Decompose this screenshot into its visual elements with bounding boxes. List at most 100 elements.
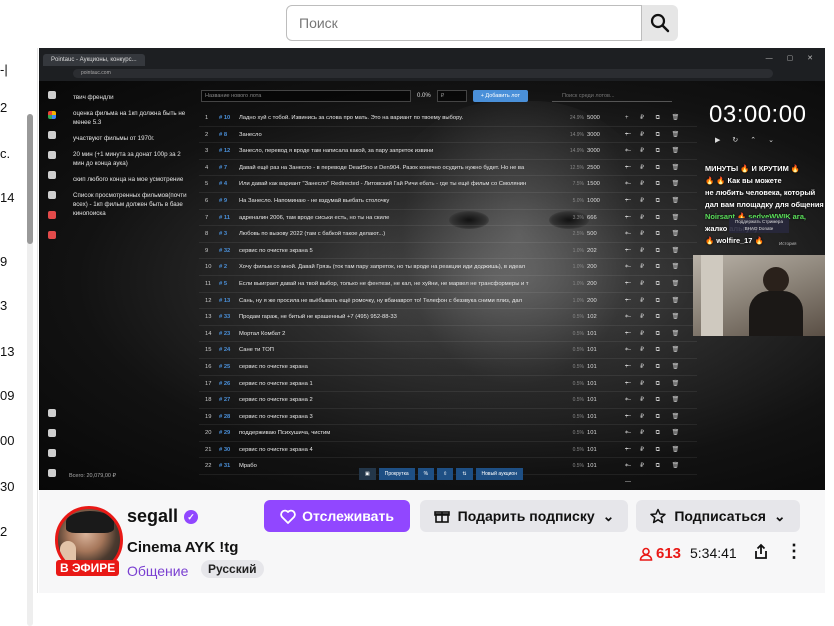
lot-row[interactable]: 11 # 5 Если выиграет давай на твой выбор, … [199, 276, 697, 303]
lot-number: 3 [205, 148, 209, 155]
lot-amount: 200 [587, 297, 597, 304]
app-sidebar-bottom-icons [45, 409, 59, 477]
auction-bottom-toolbar: ▣ Прокрутка % ⇳ ⇅ Новый аукцион [359, 468, 523, 480]
lot-row[interactable]: 5 # 4 Или давай как вариант "Занесло" Redi… [199, 176, 697, 203]
search-lots-input[interactable]: Поиск среди лотов... [552, 90, 672, 102]
scrollbar-thumb[interactable] [27, 114, 33, 244]
search-button[interactable] [642, 5, 678, 41]
gift-subscription-button[interactable]: Подарить подписку ⌄ [420, 500, 628, 532]
lot-amount: 666 [587, 214, 597, 221]
scroll-button[interactable]: Прокрутка [378, 468, 415, 480]
share-icon[interactable] [752, 543, 770, 561]
lot-percent: 0.5% [572, 430, 584, 437]
donate-widget: Поддержать Стримера ВНАО Donate [729, 218, 789, 233]
lot-row[interactable]: 18 # 27 сервис по очистке экрана 2 0.5% 101 +… [199, 392, 697, 419]
streamer-name[interactable]: segall ✓ [127, 506, 199, 527]
left-strip-text: с. [0, 146, 11, 161]
lot-name: сервис по очистке экрана [239, 363, 308, 370]
video-player[interactable]: Pointauc - Аукционы, конкурс... — ▢ ✕ po… [39, 48, 825, 490]
subscribe-button[interactable]: Подписаться ⌄ [636, 500, 800, 532]
lot-row[interactable]: 9 # 32 сервис по очистке экрана 5 1.0% 202 + … [199, 243, 697, 270]
lot-amount: 101 [587, 430, 597, 437]
settings-icon[interactable] [48, 151, 56, 159]
lot-number: 11 [205, 280, 212, 287]
lot-number: 20 [205, 430, 212, 437]
overlay-chat: МИНУТЫ 🔥 И КРУТИМ 🔥 🔥 🔥 Как вы можете не… [703, 163, 825, 255]
lot-row[interactable]: 15 # 24 Сане ти ТОП 0.5% 101 + ₽ ⧉ 🗑 — [199, 342, 697, 369]
scrollbar[interactable] [27, 114, 33, 626]
lot-row[interactable]: 12 # 13 Сань, ну я же просила не вьёбывать… [199, 293, 697, 320]
lot-amount: 202 [587, 247, 597, 254]
toolbar-icon-button[interactable]: % [417, 468, 435, 480]
lot-row[interactable]: 3 # 12 Занесло, перевод я вроде там написа… [199, 143, 697, 170]
layers-icon[interactable] [48, 171, 56, 179]
lot-percent: 0.5% [572, 397, 584, 404]
captured-url-bar: pointauc.com [73, 69, 773, 78]
lot-amount: 1500 [587, 181, 600, 188]
search-input[interactable] [286, 5, 642, 41]
stream-title: Cinema AYK !tg [127, 539, 239, 556]
chat-line: 🔥 🔥 Как вы можете [705, 176, 782, 185]
lot-row[interactable]: 8 # 3 Любовь по вызову 2022 (там с бабкой … [199, 226, 697, 253]
lot-row[interactable]: 19 # 28 сервис по очистке экрана 3 0.5% 101 +… [199, 409, 697, 436]
lot-percent: 0.5% [572, 446, 584, 453]
follow-button[interactable]: Отслеживать [264, 500, 410, 532]
help-icon[interactable] [48, 211, 56, 219]
lot-name: Давай ещё раз на Занесло - в переводе De… [239, 164, 525, 171]
verified-icon: ✓ [184, 509, 199, 524]
lot-row[interactable]: 2 # 8 Занесло 14.9% 3000 + ₽ ⧉ 🗑 — [199, 127, 697, 154]
toolbar-icon-button[interactable]: ▣ [359, 468, 376, 480]
history-label: История [779, 241, 797, 246]
captured-browser-tab: Pointauc - Аукционы, конкурс... [43, 54, 145, 66]
timer-controls[interactable]: ▶↻⌃⌄ [715, 136, 786, 144]
shield-icon[interactable] [48, 191, 56, 199]
lot-actions[interactable]: + ₽ ⧉ 🗑 — [625, 458, 697, 490]
category-link[interactable]: Общение [127, 563, 188, 579]
add-lot-button[interactable]: + Добавить лот [472, 90, 528, 102]
lot-name: Или давай как вариант "Занесло" Redirect… [239, 181, 527, 188]
lot-row[interactable]: 4 # 7 Давай ещё раз на Занесло - в перевод… [199, 160, 697, 187]
streamer-name-text[interactable]: segall [127, 506, 178, 527]
logout-icon[interactable] [48, 231, 56, 239]
lot-row[interactable]: 1 # 10 Ладно хуй с тобой. Извинись за слов… [199, 110, 697, 137]
twitch-icon[interactable] [48, 469, 56, 477]
home-icon[interactable] [48, 91, 56, 99]
lot-name: Занесло [239, 131, 262, 138]
telegram-icon[interactable] [48, 449, 56, 457]
lot-amount: 101 [587, 347, 597, 354]
lot-number: 1 [205, 115, 209, 121]
language-tag[interactable]: Русский [201, 560, 264, 578]
lot-percent: 7.5% [572, 181, 584, 188]
lot-row[interactable]: 7 # 11 адреналин 2006, там вроде сиськи ес… [199, 210, 697, 237]
wheel-icon[interactable] [48, 111, 56, 119]
translate-icon[interactable] [48, 409, 56, 417]
lot-id: # 7 [219, 164, 228, 171]
toolbar-icon-button[interactable]: ⇅ [456, 468, 473, 480]
lot-number: 8 [205, 231, 209, 238]
lot-percent: 1.0% [572, 280, 584, 287]
lot-row[interactable]: 21 # 30 сервис по очистке экрана 4 0.5% 101 +… [199, 442, 697, 469]
more-options-icon[interactable]: ⋮ [785, 542, 803, 560]
new-auction-button[interactable]: Новый аукцион [475, 468, 523, 480]
auction-timer: 03:00:00 [709, 101, 807, 128]
lot-row[interactable]: 16 # 25 сервис по очистке экрана 0.5% 101 + ₽… [199, 359, 697, 386]
lot-row[interactable]: 17 # 26 сервис по очистке экрана 1 0.5% 101 +… [199, 376, 697, 403]
left-strip-text: 3 [0, 298, 8, 313]
rule-line: Список просмотренных фильмов(почти всех)… [73, 192, 187, 217]
stats-icon[interactable] [48, 131, 56, 139]
lot-row[interactable]: 6 # 9 На Занесло. Напоминаю - не вздумай в… [199, 193, 697, 220]
lot-row[interactable]: 14 # 23 Мортал Комбат 2 0.5% 101 + ₽ ⧉ 🗑 — [199, 326, 697, 353]
lot-amount: 1000 [587, 197, 600, 204]
auction-app: твич френдли оценка фильма на 1кп должна… [39, 81, 825, 490]
rule-line: 20 мин (+1 минута за донат 100р за 2 мин… [73, 151, 181, 167]
lot-amount-input[interactable]: ₽ [436, 90, 467, 102]
lot-id: # 11 [219, 214, 230, 221]
toolbar-icon-button[interactable]: ⇳ [437, 468, 454, 480]
lot-row[interactable]: 13 # 33 Продам гараж, не битый не крашенны… [199, 309, 697, 336]
lot-number: 2 [205, 131, 209, 138]
left-strip-text: 2 [0, 100, 8, 115]
lot-row[interactable]: 20 # 29 поддерживаю Психушича, чистим 0.5% 1… [199, 425, 697, 452]
github-icon[interactable] [48, 429, 56, 437]
lot-row[interactable]: 10 # 2 Хочу фильм со мной. Давай Грязь (то… [199, 259, 697, 286]
new-lot-input[interactable]: Название нового лота [201, 90, 411, 102]
